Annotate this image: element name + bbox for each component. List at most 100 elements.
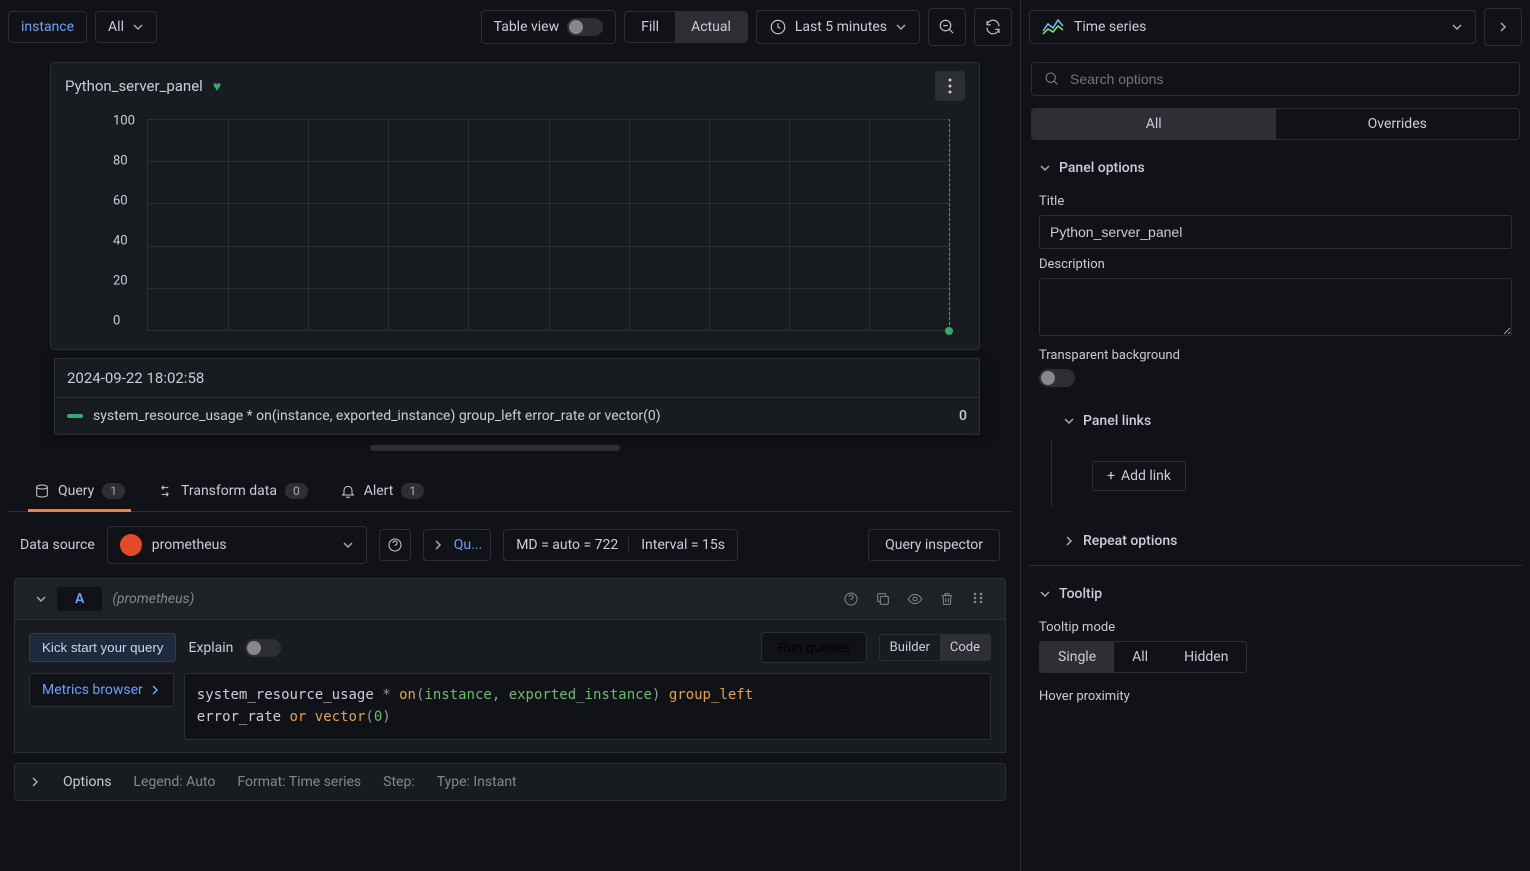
actual-button[interactable]: Actual	[675, 12, 747, 42]
tooltip-timestamp: 2024-09-22 18:02:58	[55, 359, 979, 398]
kick-start-button[interactable]: Kick start your query	[29, 633, 176, 662]
section-title: Panel options	[1059, 160, 1145, 176]
series-name: system_resource_usage * on(instance, exp…	[93, 408, 661, 424]
viz-type-label: Time series	[1074, 19, 1146, 35]
chevron-down-icon	[1451, 21, 1463, 33]
collapse-sidebar-button[interactable]	[1484, 8, 1522, 46]
table-view-label: Table view	[494, 19, 560, 35]
panel-title: Python_server_panel	[65, 77, 203, 95]
query-patterns-label: Qu...	[454, 537, 482, 553]
tooltip-single[interactable]: Single	[1040, 642, 1114, 672]
query-controls-bar: Data source prometheus Qu... MD = auto =…	[0, 512, 1020, 578]
table-view-toggle[interactable]: Table view	[481, 10, 617, 44]
explain-toggle[interactable]	[245, 639, 281, 657]
md-text: MD = auto = 722	[516, 537, 618, 553]
metrics-browser-button[interactable]: Metrics browser	[29, 673, 174, 707]
plus-icon: +	[1107, 468, 1115, 484]
section-panel-options[interactable]: Panel options	[1039, 154, 1512, 186]
visualization-type-select[interactable]: Time series	[1029, 10, 1476, 44]
tab-overrides[interactable]: Overrides	[1276, 109, 1520, 139]
md-info: MD = auto = 722 Interval = 15s	[503, 529, 738, 561]
chevron-right-icon	[1497, 21, 1509, 33]
query-row-header[interactable]: A (prometheus)	[14, 578, 1006, 620]
database-icon	[34, 483, 50, 499]
tooltip-hidden[interactable]: Hidden	[1166, 642, 1246, 672]
trash-icon[interactable]	[939, 591, 955, 607]
toggle-switch[interactable]	[567, 18, 603, 36]
chart-grid	[147, 119, 949, 331]
help-button[interactable]	[379, 529, 411, 561]
add-link-button[interactable]: + Add link	[1092, 461, 1186, 491]
tab-count: 0	[285, 483, 308, 499]
panel-menu-button[interactable]	[935, 71, 965, 101]
transparent-toggle[interactable]	[1039, 369, 1075, 387]
search-input[interactable]	[1070, 71, 1507, 87]
search-options[interactable]	[1031, 62, 1520, 96]
transform-icon	[157, 483, 173, 499]
chevron-down-icon	[895, 21, 907, 33]
transparent-label: Transparent background	[1039, 348, 1512, 363]
refresh-button[interactable]	[974, 8, 1012, 46]
metrics-browser-label: Metrics browser	[42, 682, 143, 698]
data-source-name: prometheus	[152, 537, 227, 553]
add-link-label: Add link	[1121, 468, 1171, 484]
series-color-swatch	[67, 414, 83, 418]
y-tick: 100	[113, 114, 135, 129]
variable-chip[interactable]: instance	[8, 11, 87, 43]
fit-mode-group: Fill Actual	[624, 11, 748, 43]
data-source-select[interactable]: prometheus	[107, 526, 367, 564]
chart-area[interactable]: 100 80 60 40 20 0	[51, 109, 979, 349]
search-icon	[1044, 71, 1060, 87]
query-options-row[interactable]: Options Legend: Auto Format: Time series…	[14, 763, 1006, 801]
data-source-label: Data source	[20, 537, 95, 553]
chevron-down-icon	[1039, 162, 1051, 174]
chevron-down-icon	[35, 593, 47, 605]
tab-label: Alert	[364, 483, 394, 499]
title-input[interactable]	[1039, 215, 1512, 249]
duplicate-icon[interactable]	[875, 591, 891, 607]
description-input[interactable]	[1039, 278, 1512, 336]
horizontal-scrollbar[interactable]	[370, 445, 620, 451]
zoom-out-icon	[938, 18, 956, 36]
visualization-panel: Python_server_panel ♥ 100 80 60 40 20 0	[50, 62, 980, 350]
chart-icon	[1042, 19, 1064, 35]
heart-icon: ♥	[213, 78, 221, 95]
tab-transform[interactable]: Transform data 0	[151, 475, 314, 511]
drag-handle-icon[interactable]	[971, 591, 985, 605]
code-mode[interactable]: Code	[940, 635, 990, 660]
refresh-icon	[984, 18, 1002, 36]
query-body: Kick start your query Explain Run querie…	[14, 620, 1006, 753]
tooltip-all[interactable]: All	[1114, 642, 1166, 672]
tab-alert[interactable]: Alert 1	[334, 475, 430, 511]
eye-icon[interactable]	[907, 591, 923, 607]
run-queries-button[interactable]: Run queries	[761, 632, 867, 663]
legend-option: Legend: Auto	[133, 774, 215, 790]
interval-text: Interval = 15s	[628, 537, 725, 553]
hover-proximity-label: Hover proximity	[1039, 689, 1512, 704]
fill-button[interactable]: Fill	[625, 12, 675, 42]
variable-value-dropdown[interactable]: All	[95, 11, 157, 43]
kebab-icon	[948, 78, 952, 94]
y-tick: 80	[113, 154, 128, 169]
description-label: Description	[1039, 257, 1512, 272]
type-option: Type: Instant	[437, 774, 517, 790]
help-icon[interactable]	[843, 591, 859, 607]
zoom-out-button[interactable]	[928, 8, 966, 46]
query-inspector-button[interactable]: Query inspector	[868, 529, 1000, 561]
tab-query[interactable]: Query 1	[28, 475, 131, 511]
section-tooltip[interactable]: Tooltip	[1039, 580, 1512, 612]
section-panel-links[interactable]: Panel links	[1039, 407, 1512, 439]
time-range-label: Last 5 minutes	[795, 19, 887, 35]
tab-label: Query	[58, 483, 94, 499]
time-range-picker[interactable]: Last 5 minutes	[756, 10, 920, 44]
tab-count: 1	[102, 483, 125, 499]
section-repeat-options[interactable]: Repeat options	[1039, 527, 1512, 559]
tooltip-mode-group: Single All Hidden	[1039, 641, 1247, 673]
query-code-editor[interactable]: system_resource_usage * on(instance, exp…	[184, 673, 991, 740]
variable-value: All	[108, 19, 124, 35]
tab-all[interactable]: All	[1032, 109, 1276, 139]
editor-tabs: Query 1 Transform data 0 Alert 1	[8, 459, 1012, 512]
chevron-right-icon	[1063, 535, 1075, 547]
query-patterns-button[interactable]: Qu...	[423, 529, 491, 561]
builder-mode[interactable]: Builder	[880, 635, 940, 660]
